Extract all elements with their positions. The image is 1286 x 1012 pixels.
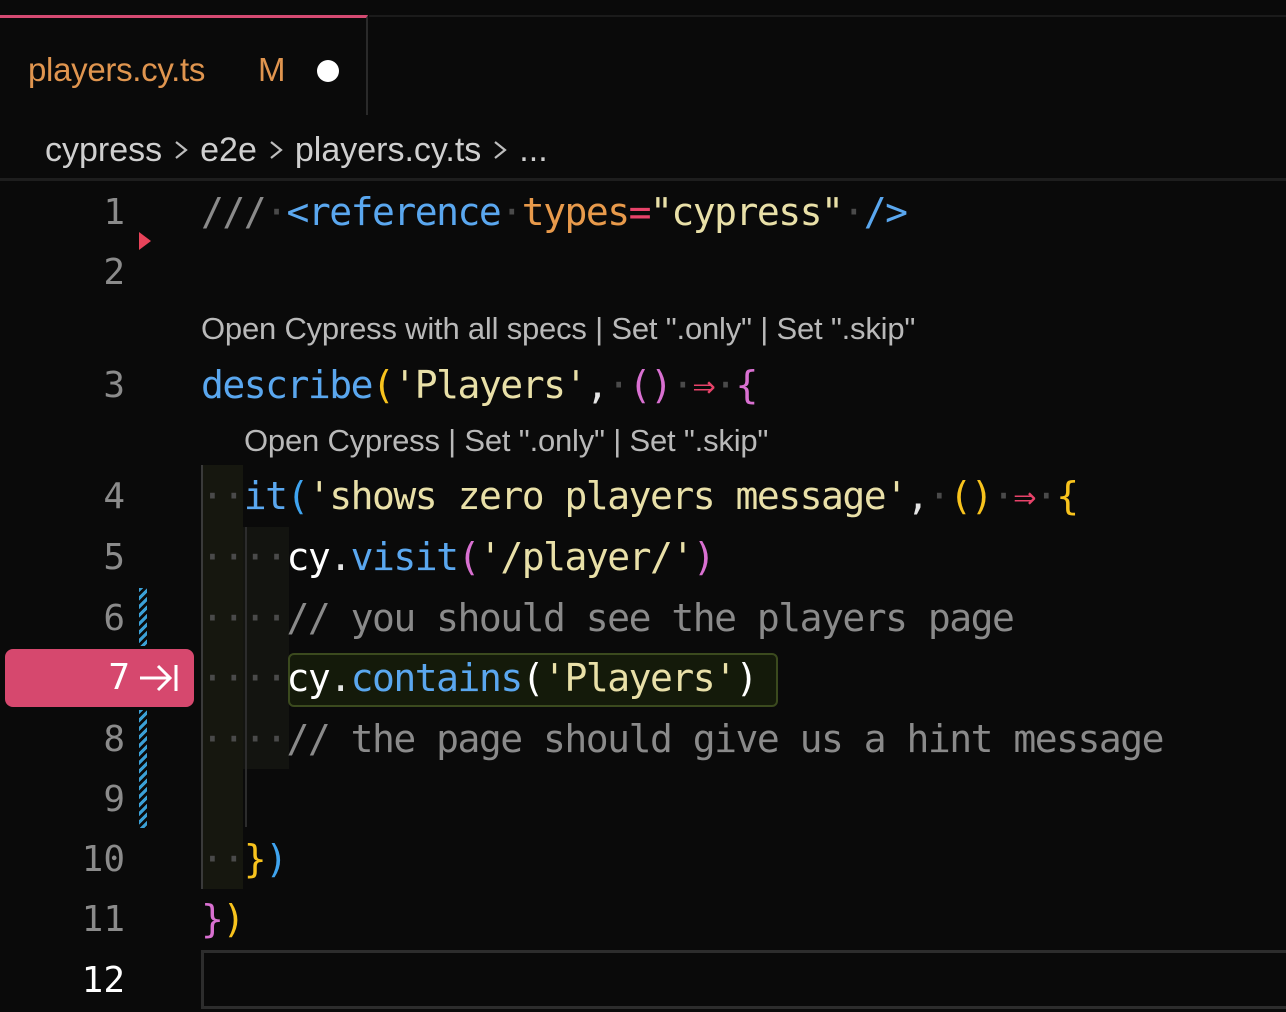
code-line-6[interactable]: 6 ····// you should see the players page [0, 588, 1286, 649]
token-object: cy [286, 535, 331, 579]
code-text: ///·<reference·types="cypress"·/> [201, 190, 908, 234]
chevron-right-icon [494, 141, 508, 159]
token-arrow: ⇒ [1013, 474, 1036, 518]
token-paren-close: ) [735, 656, 759, 700]
token-comment: // you should see the players page [286, 596, 1015, 640]
token-brace: { [1056, 474, 1079, 518]
token-dot: . [329, 656, 352, 700]
code-line-4[interactable]: 4 ··it('shows zero players message',·()·… [0, 466, 1286, 527]
token-arrow: ⇒ [692, 363, 716, 407]
code-line-1[interactable]: 1 ///·<reference·types="cypress"·/> [0, 182, 1286, 243]
unsaved-dot-icon[interactable] [317, 60, 339, 82]
line-number[interactable]: 11 [0, 889, 125, 950]
token-attr: types [521, 190, 630, 234]
token-brace: { [735, 363, 759, 407]
code-text: describe('Players',·()·⇒·{ [201, 363, 759, 407]
chevron-right-icon [270, 141, 283, 159]
token-comma: , [585, 363, 609, 407]
code-text: ····// you should see the players page [201, 596, 1015, 640]
token-paren: ( [286, 474, 310, 518]
code-text: ····// the page should give us a hint me… [201, 717, 1165, 761]
token-paren: ( [372, 363, 395, 407]
code-line-5[interactable]: 5 ····cy.visit('/player/') [0, 527, 1286, 588]
line-number[interactable]: 8 [0, 709, 125, 770]
code-line-2[interactable]: 2 [0, 242, 1286, 303]
code-line-11[interactable]: 11 }) [0, 889, 1286, 950]
token-function: describe [201, 363, 374, 407]
line-number[interactable]: 10 [0, 829, 125, 890]
token-object: cy [286, 656, 331, 700]
code-line-12[interactable]: 12 [0, 950, 1286, 1011]
token-paren: ) [222, 897, 245, 941]
line-number[interactable]: 1 [0, 182, 125, 243]
token-parens: () [628, 363, 673, 407]
token-string: 'Players' [393, 363, 587, 407]
codelens-it[interactable]: Open Cypress | Set ".only" | Set ".skip" [244, 419, 768, 463]
token-parens: () [949, 474, 993, 518]
line-number[interactable]: 5 [0, 527, 125, 588]
chevron-right-icon [175, 141, 188, 159]
token-dot: . [329, 535, 352, 579]
codelens-describe[interactable]: Open Cypress with all specs | Set ".only… [201, 307, 915, 351]
tab-filename: players.cy.ts [28, 51, 206, 88]
breadcrumb-item-symbols[interactable]: ... [519, 131, 547, 170]
token-paren: ( [457, 535, 481, 579]
line-number[interactable]: 9 [0, 769, 125, 830]
token-string: "cypress" [649, 190, 844, 234]
tab-bar: players.cy.ts M [0, 0, 1286, 115]
token-comment: // the page should give us a hint messag… [286, 717, 1165, 761]
token-string: 'shows zero players message' [307, 474, 908, 518]
tab-players-cy-ts[interactable]: players.cy.ts M [0, 15, 368, 115]
code-text: ····cy.visit('/player/') [201, 535, 716, 579]
breadcrumb-item-cypress[interactable]: cypress [45, 131, 162, 170]
line-number[interactable]: 2 [0, 242, 125, 303]
token-paren-close: ) [692, 535, 716, 579]
token-paren: ) [265, 837, 288, 881]
token-method: contains [350, 656, 524, 700]
token-string: 'Players' [543, 656, 737, 700]
code-line-8[interactable]: 8 ····// the page should give us a hint … [0, 709, 1286, 770]
token-comment: /// [201, 190, 267, 234]
code-text: ··it('shows zero players message',·()·⇒·… [201, 474, 1079, 518]
code-text: ····cy.contains('Players') [201, 656, 759, 700]
breadcrumb-divider [0, 178, 1286, 181]
token-tag-close: /> [863, 190, 908, 234]
token-eq: = [628, 190, 652, 234]
code-text: ··}) [201, 837, 288, 881]
token-brace: } [201, 897, 224, 941]
code-line-10[interactable]: 10 ··}) [0, 829, 1286, 890]
line-number-active[interactable]: 12 [0, 950, 125, 1011]
code-line-9[interactable]: 9 [0, 769, 1286, 830]
code-line-7[interactable]: ····cy.contains('Players') [0, 648, 1286, 709]
token-string: '/player/' [478, 535, 694, 579]
token-paren: ( [521, 656, 545, 700]
token-brace: } [243, 837, 267, 881]
token-function: it [243, 474, 288, 518]
token-comma: , [906, 474, 930, 518]
breadcrumb-item-e2e[interactable]: e2e [200, 131, 257, 170]
code-line-3[interactable]: 3 describe('Players',·()·⇒·{ [0, 355, 1286, 416]
breadcrumb: cypress e2e players.cy.ts ... [45, 126, 548, 174]
tab-bar-border [369, 15, 1286, 17]
token-tag: <reference [286, 190, 502, 234]
token-method: visit [350, 535, 459, 579]
line-number[interactable]: 3 [0, 355, 125, 416]
line-number[interactable]: 4 [0, 466, 125, 527]
line-number[interactable]: 6 [0, 588, 125, 649]
tab-modified-badge: M [258, 51, 286, 88]
code-text: }) [201, 889, 245, 950]
breadcrumb-item-file[interactable]: players.cy.ts [295, 131, 481, 170]
